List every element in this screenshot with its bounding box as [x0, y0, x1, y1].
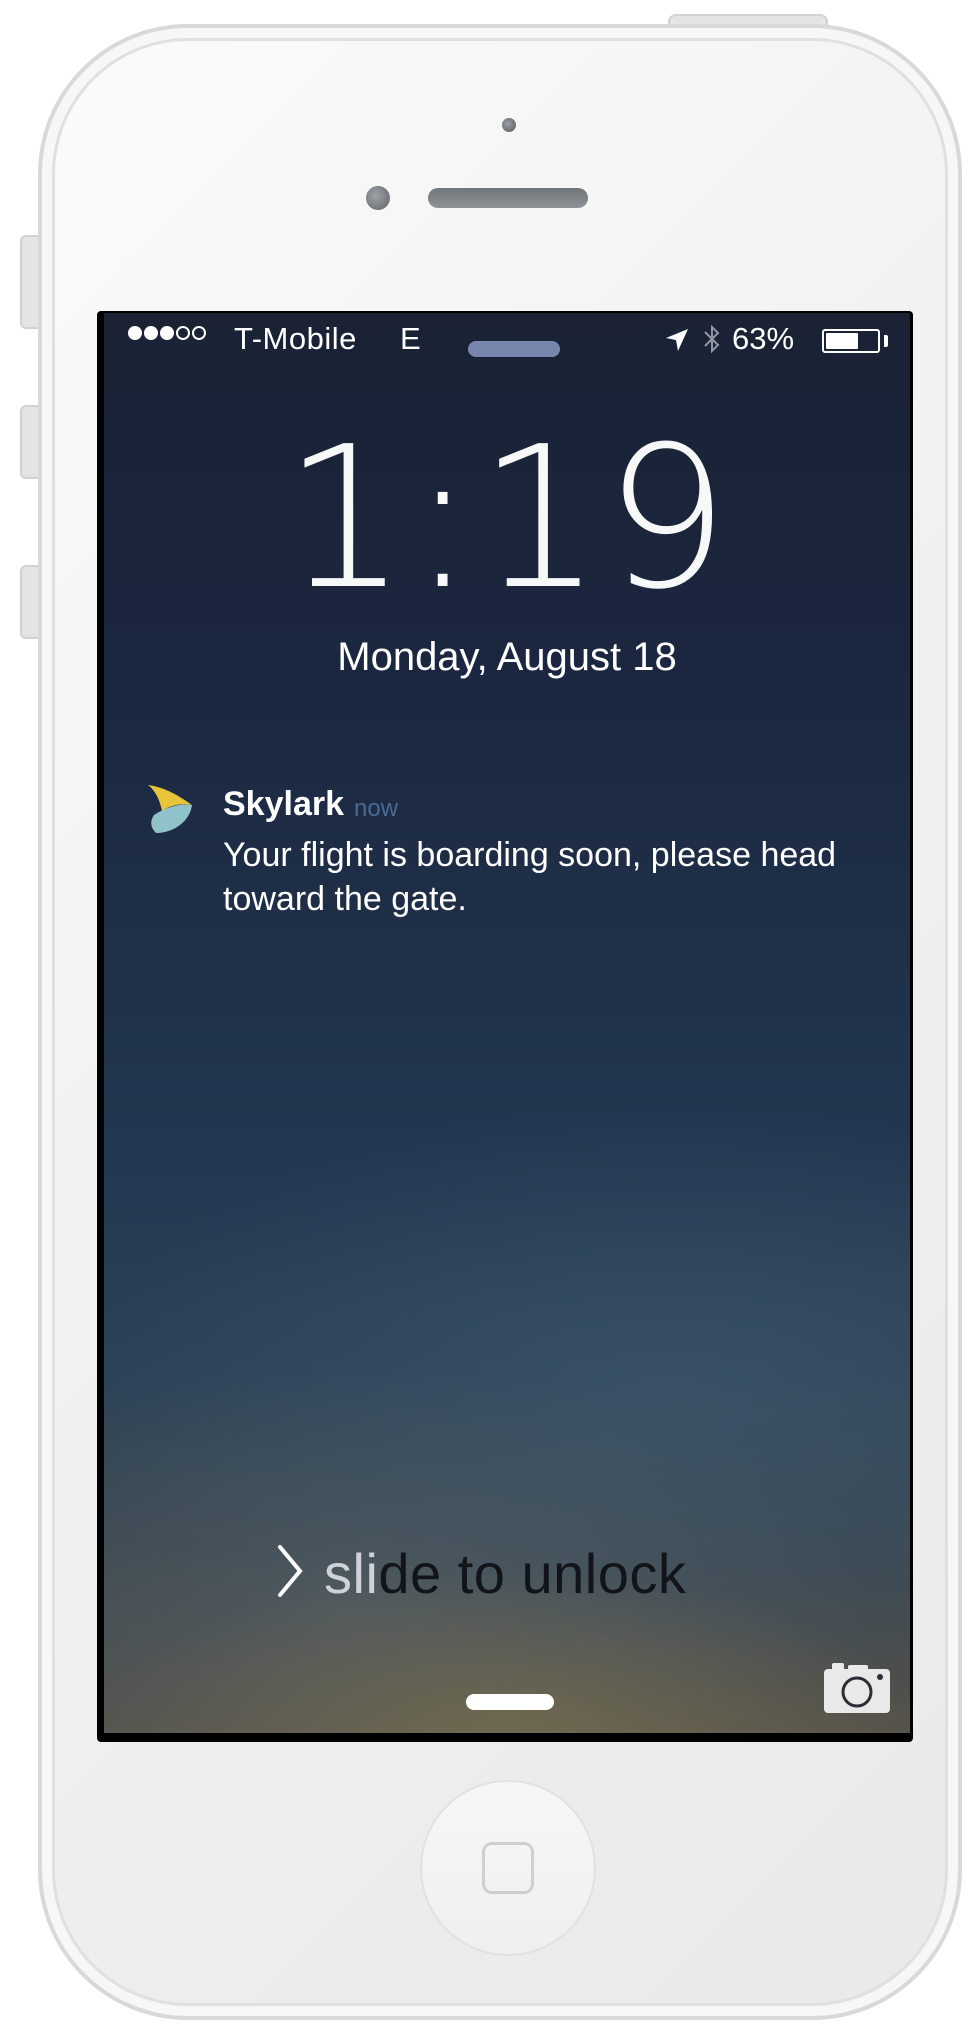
lock-screen[interactable]: T-Mobile E 63% 1:19 Monday, August 18 Sk…	[104, 313, 910, 1733]
battery-level-fill	[826, 333, 858, 349]
slide-label-text: de to unlock	[378, 1542, 687, 1605]
notification-app-name: Skylark	[223, 785, 344, 823]
bluetooth-icon	[704, 324, 720, 354]
signal-dot	[192, 326, 206, 340]
status-bar: T-Mobile E 63%	[104, 313, 910, 369]
camera-icon[interactable]	[822, 1659, 892, 1715]
carrier-name: T-Mobile	[234, 321, 357, 356]
notification-time: now	[354, 795, 399, 822]
phone-screen: T-Mobile E 63% 1:19 Monday, August 18 Sk…	[97, 311, 913, 1742]
signal-dot	[128, 326, 142, 340]
signal-dot	[144, 326, 158, 340]
network-type: E	[400, 321, 421, 356]
home-button[interactable]	[420, 1780, 596, 1956]
slide-label-highlight: sli	[324, 1542, 379, 1605]
signal-dot	[160, 326, 174, 340]
skylark-app-icon	[148, 785, 192, 833]
lock-screen-date: Monday, August 18	[337, 635, 677, 679]
battery-terminal	[884, 335, 888, 347]
page: T-Mobile E 63% 1:19 Monday, August 18 Sk…	[0, 0, 969, 2026]
home-button-icon	[482, 1842, 534, 1894]
proximity-sensor	[366, 186, 390, 210]
control-center-grabber[interactable]	[466, 1694, 554, 1710]
earpiece-speaker	[428, 188, 588, 208]
notification-center-grabber[interactable]	[468, 341, 560, 357]
battery-percentage: 63%	[732, 321, 795, 356]
lock-screen-time: 1:19	[282, 405, 732, 633]
signal-strength-icon	[128, 326, 206, 340]
location-arrow-icon	[666, 329, 688, 351]
slide-to-unlock-label: slide to unlock	[324, 1541, 686, 1606]
signal-dot	[176, 326, 190, 340]
battery-icon	[822, 329, 880, 353]
notification[interactable]: Skylark now Your flight is boarding soon…	[144, 773, 884, 953]
slide-to-unlock[interactable]: slide to unlock	[104, 1533, 910, 1613]
chevron-right-icon	[278, 1545, 303, 1597]
notification-message: Your flight is boarding soon, please hea…	[223, 836, 837, 918]
front-camera	[502, 118, 516, 132]
